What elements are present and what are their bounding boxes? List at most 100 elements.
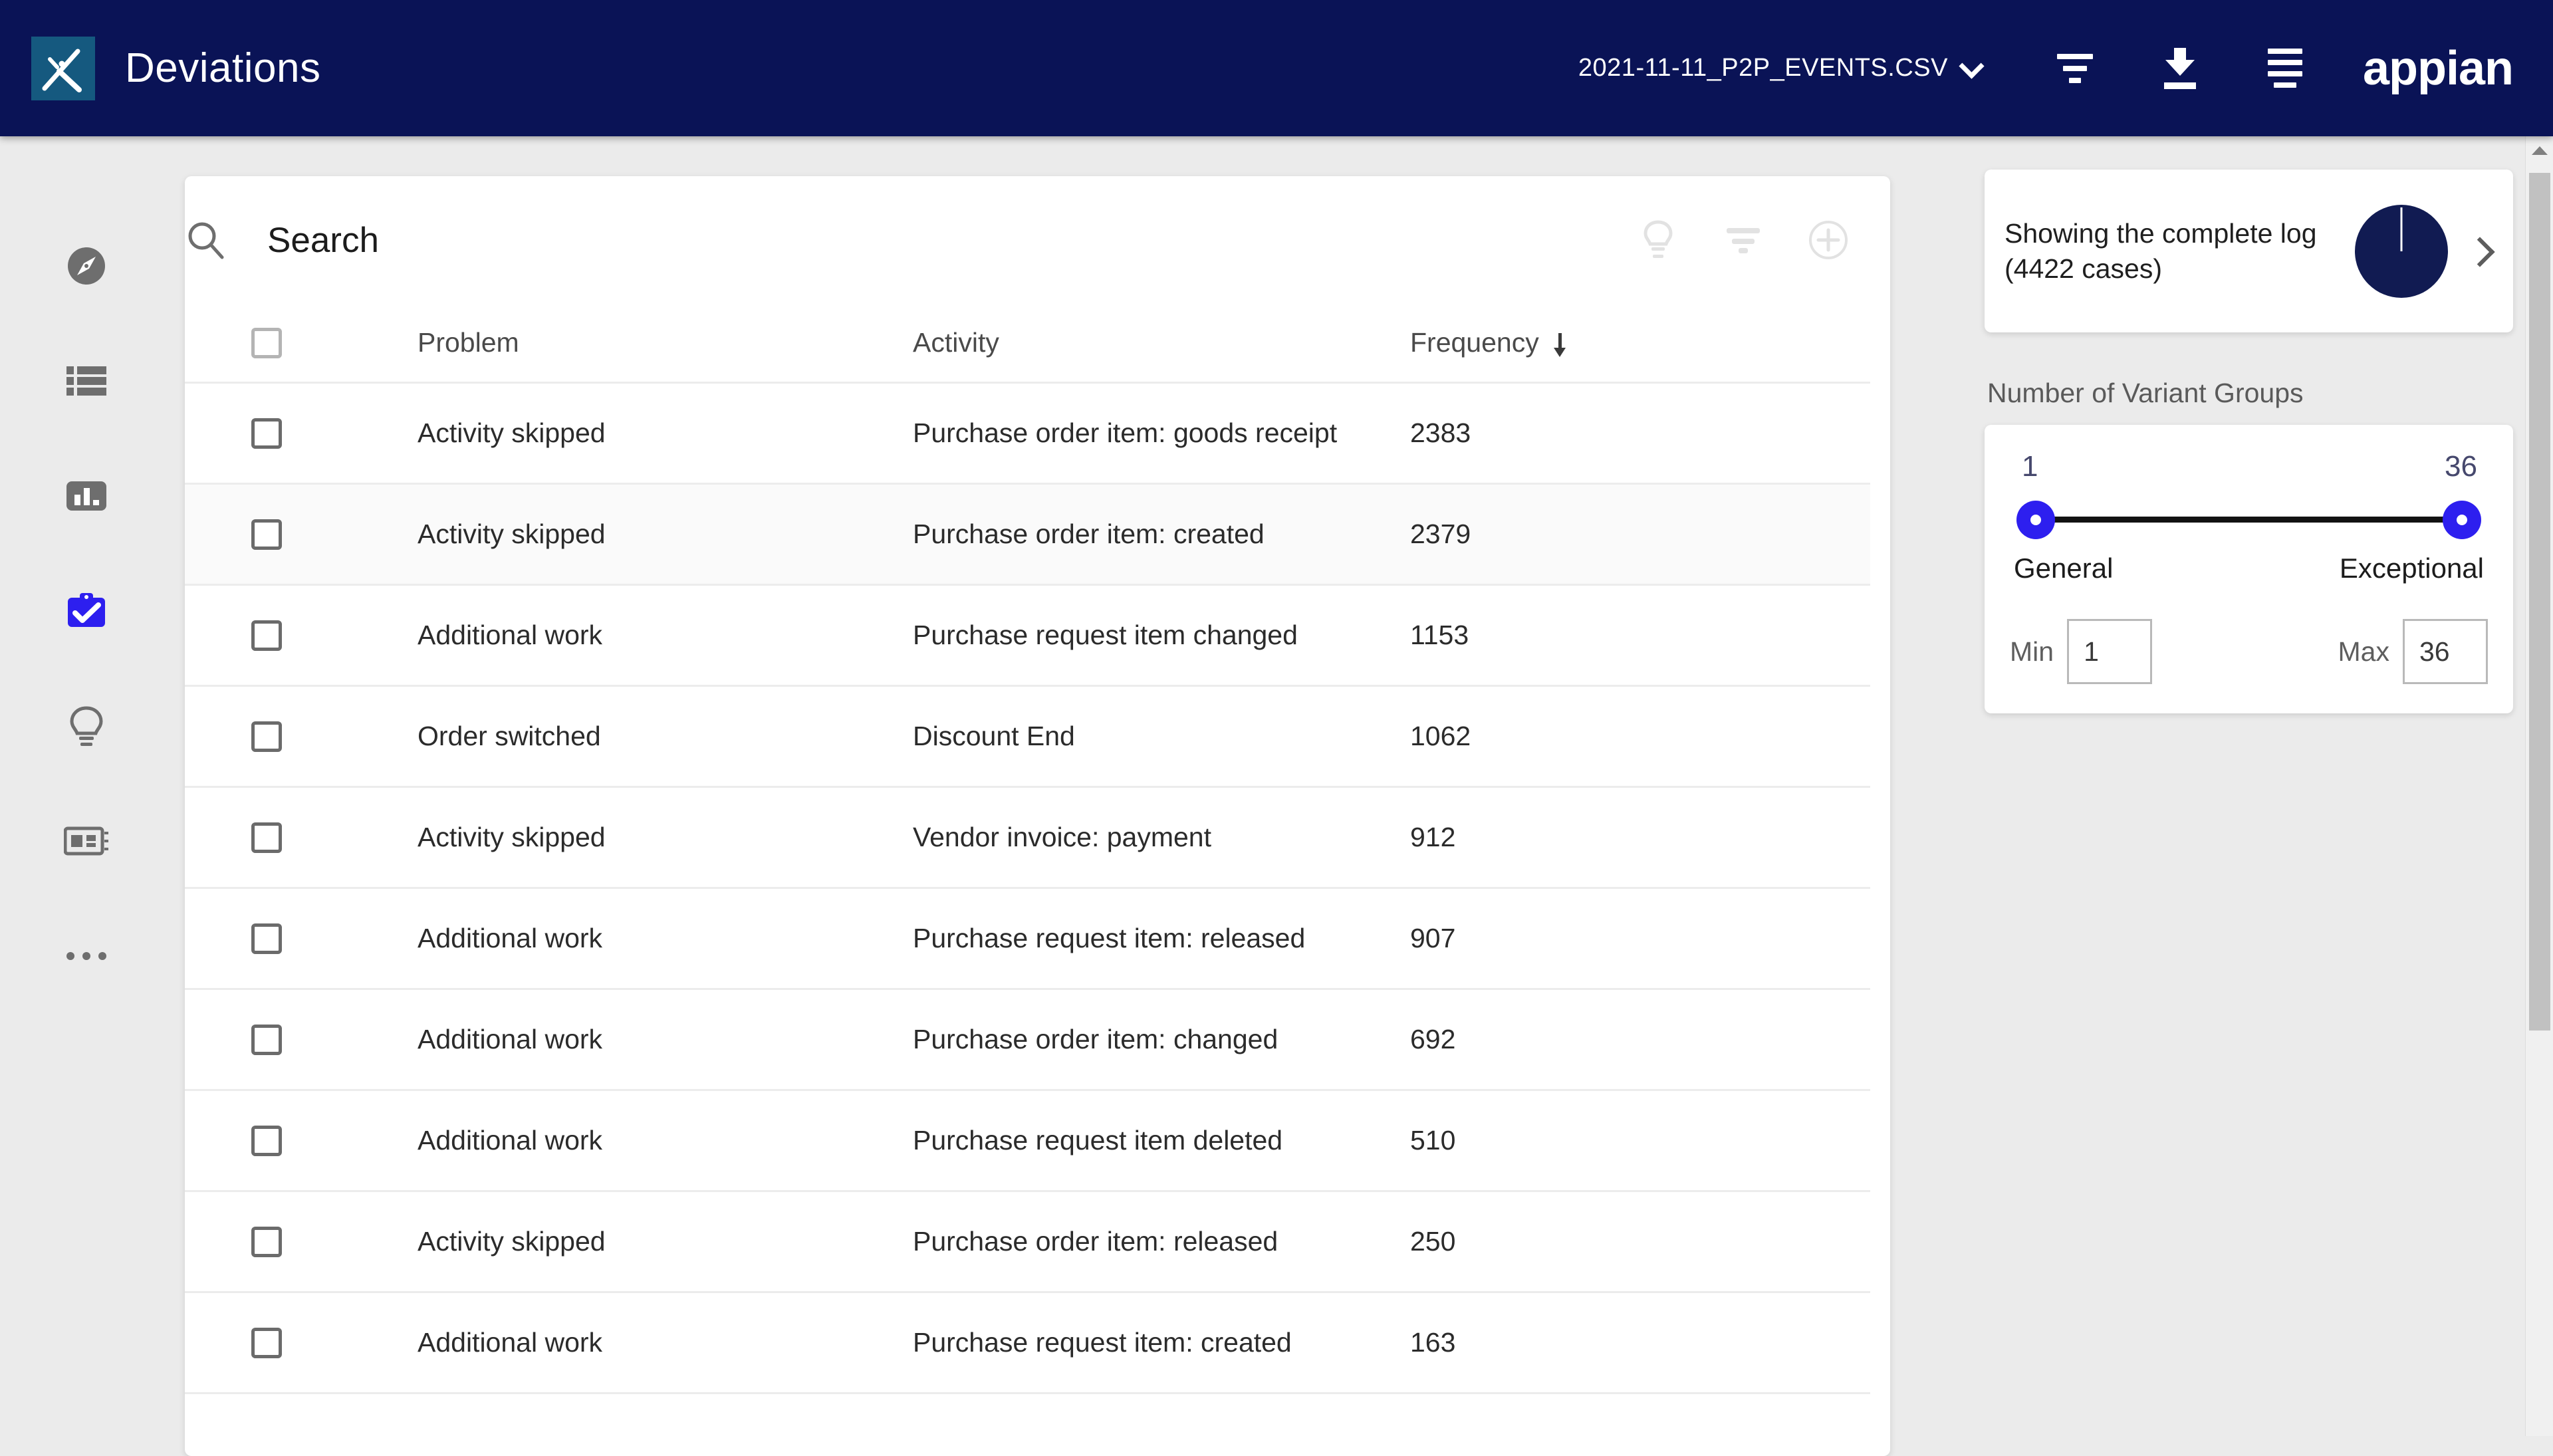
lightbulb-icon[interactable] <box>1636 218 1680 262</box>
cell-activity: Purchase request item: created <box>913 1327 1292 1358</box>
row-checkbox[interactable] <box>251 1125 282 1156</box>
log-summary-card[interactable]: Showing the complete log (4422 cases) <box>1985 170 2513 332</box>
filter-icon[interactable] <box>2054 48 2096 89</box>
cell-problem: Additional work <box>418 923 603 953</box>
select-all-checkbox[interactable] <box>251 327 282 358</box>
menu-icon[interactable] <box>2264 48 2306 89</box>
chevron-down-icon <box>1961 56 1981 76</box>
deviations-table: Problem Activity Frequency Activity skip… <box>185 304 1890 1394</box>
column-header-problem[interactable]: Problem <box>418 327 913 358</box>
cell-frequency: 163 <box>1410 1327 1456 1358</box>
sidebar-item-process-list[interactable] <box>60 354 113 408</box>
slider-label-exceptional: Exceptional <box>2339 552 2484 584</box>
plus-circle-icon[interactable] <box>1806 218 1850 262</box>
download-icon[interactable] <box>2159 47 2201 89</box>
cell-frequency: 510 <box>1410 1125 1456 1155</box>
cell-frequency: 250 <box>1410 1226 1456 1257</box>
bar-chart-icon <box>65 480 108 512</box>
row-select-cell <box>251 1125 418 1156</box>
appian-logo: appian <box>2362 41 2514 95</box>
row-checkbox[interactable] <box>251 1024 282 1055</box>
row-checkbox[interactable] <box>251 418 282 449</box>
row-checkbox[interactable] <box>251 519 282 550</box>
column-header-frequency[interactable]: Frequency <box>1410 327 1756 358</box>
variant-groups-label: Number of Variant Groups <box>1987 378 2304 408</box>
table-body: Activity skipped Purchase order item: goo… <box>185 384 1890 1394</box>
slider-label-general: General <box>2014 552 2114 584</box>
row-select-cell <box>251 1327 418 1358</box>
cell-frequency: 907 <box>1410 923 1456 953</box>
table-row[interactable]: Additional work Purchase request item del… <box>185 1091 1870 1192</box>
sidebar-item-deviations[interactable] <box>60 584 113 638</box>
max-label: Max <box>2338 636 2389 667</box>
row-select-cell <box>251 620 418 651</box>
table-row[interactable]: Activity skipped Purchase order item: goo… <box>185 384 1870 485</box>
cell-problem: Additional work <box>418 1024 603 1054</box>
min-input[interactable] <box>2067 619 2153 684</box>
list-icon <box>65 364 108 398</box>
cell-problem: Activity skipped <box>418 1226 606 1257</box>
case-coverage-pie-chart <box>2355 204 2448 298</box>
min-group: Min <box>2010 619 2153 684</box>
table-row[interactable]: Order switched Discount End 1062 <box>185 687 1870 788</box>
row-checkbox[interactable] <box>251 822 282 853</box>
cell-activity: Purchase request item: released <box>913 923 1306 953</box>
dashboard-icon <box>64 825 109 857</box>
table-row[interactable]: Additional work Purchase request item: re… <box>185 889 1870 990</box>
sidebar-item-more[interactable] <box>60 929 113 983</box>
max-group: Max <box>2338 619 2488 684</box>
page-title: Deviations <box>125 45 321 91</box>
slider-handle-min[interactable] <box>2016 501 2055 539</box>
file-selector[interactable]: 2021-11-11_P2P_EVENTS.CSV <box>1578 54 1981 82</box>
app-header: Deviations 2021-11-11_P2P_EVENTS.CSV app… <box>0 0 2553 136</box>
max-input[interactable] <box>2403 619 2488 684</box>
table-row[interactable]: Activity skipped Vendor invoice: payment 9… <box>185 788 1870 889</box>
log-summary-text: Showing the complete log (4422 cases) <box>2005 218 2317 284</box>
row-select-cell <box>251 519 418 550</box>
sidebar <box>0 136 173 1436</box>
sidebar-item-analytics[interactable] <box>60 469 113 523</box>
page-scrollbar[interactable] <box>2525 136 2553 1436</box>
row-checkbox[interactable] <box>251 1327 282 1358</box>
select-all-cell <box>251 327 418 358</box>
compass-icon <box>65 245 108 287</box>
filter-icon[interactable] <box>1721 218 1765 262</box>
scrollbar-thumb[interactable] <box>2529 173 2550 1031</box>
sidebar-item-insights[interactable] <box>60 699 113 753</box>
chevron-right-icon[interactable] <box>2463 234 2497 269</box>
cell-problem: Activity skipped <box>418 519 606 549</box>
table-header-row: Problem Activity Frequency <box>185 304 1870 384</box>
slider-line <box>2038 517 2460 523</box>
k-logo-icon[interactable] <box>31 36 95 100</box>
slider-end-labels: General Exceptional <box>2010 552 2488 584</box>
slider-track[interactable] <box>2010 487 2488 551</box>
table-row[interactable]: Activity skipped Purchase order item: cre… <box>185 485 1870 586</box>
row-select-cell <box>251 1226 418 1257</box>
row-checkbox[interactable] <box>251 1226 282 1257</box>
scroll-up-arrow-icon[interactable] <box>2526 136 2553 164</box>
cell-frequency: 1062 <box>1410 721 1471 751</box>
table-row[interactable]: Additional work Purchase order item: chan… <box>185 990 1870 1091</box>
search-input[interactable] <box>267 219 1636 261</box>
ellipsis-icon <box>65 951 108 961</box>
table-row[interactable]: Activity skipped Purchase order item: rel… <box>185 1192 1870 1293</box>
right-panel: Showing the complete log (4422 cases) Nu… <box>1985 170 2513 713</box>
sidebar-item-explore[interactable] <box>60 239 113 293</box>
row-select-cell <box>251 721 418 752</box>
table-row[interactable]: Additional work Purchase request item: cr… <box>185 1293 1870 1394</box>
slider-handle-max[interactable] <box>2443 501 2481 539</box>
cell-activity: Purchase order item: released <box>913 1226 1278 1257</box>
row-checkbox[interactable] <box>251 923 282 954</box>
row-select-cell <box>251 418 418 449</box>
column-header-activity[interactable]: Activity <box>913 327 1410 358</box>
row-checkbox[interactable] <box>251 620 282 651</box>
cell-activity: Purchase order item: changed <box>913 1024 1278 1054</box>
cell-frequency: 1153 <box>1410 620 1469 650</box>
cell-activity: Purchase order item: goods receipt <box>913 418 1338 448</box>
row-checkbox[interactable] <box>251 721 282 752</box>
row-select-cell <box>251 1024 418 1055</box>
cell-problem: Activity skipped <box>418 418 606 448</box>
sidebar-item-dashboards[interactable] <box>60 814 113 868</box>
header-icon-group <box>2054 47 2306 89</box>
table-row[interactable]: Additional work Purchase request item cha… <box>185 586 1870 687</box>
